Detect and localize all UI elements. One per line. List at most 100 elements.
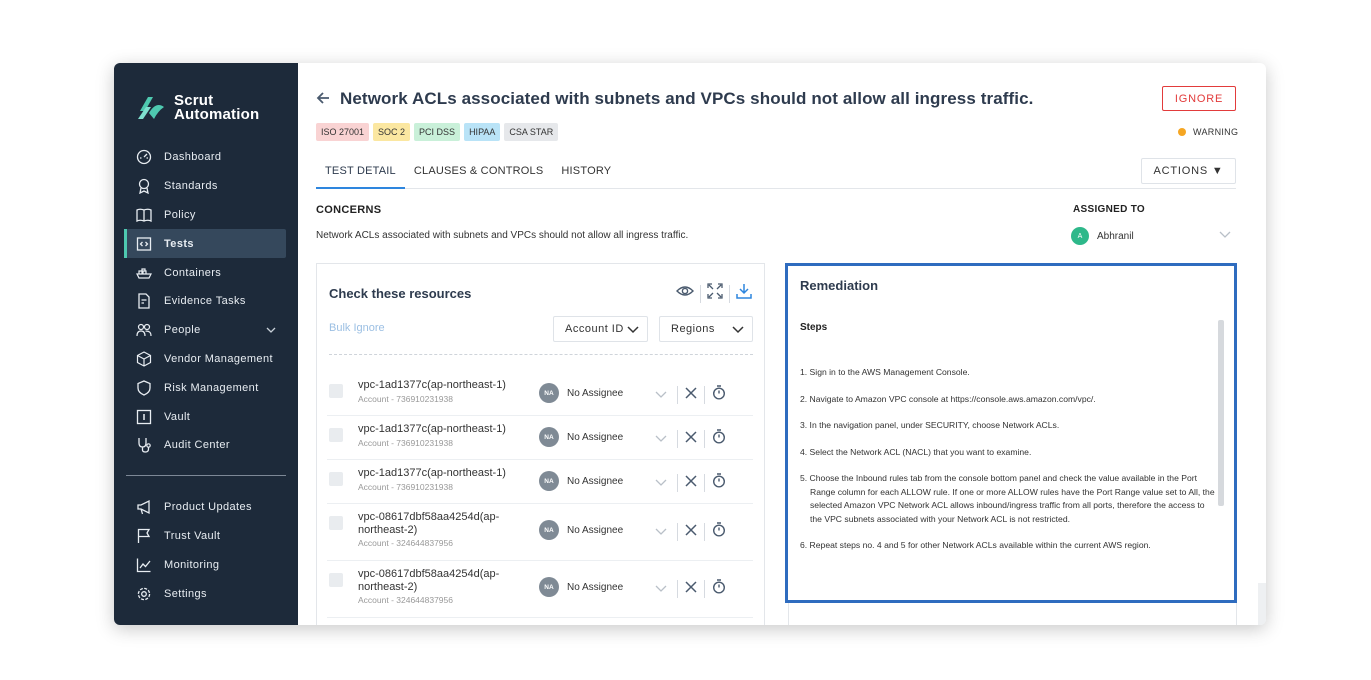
close-icon[interactable] bbox=[685, 523, 697, 541]
row-separator bbox=[704, 580, 705, 598]
assigned-to-heading: ASSIGNED TO bbox=[1073, 204, 1146, 215]
sidebar-item-tests[interactable]: Tests bbox=[124, 229, 286, 259]
sidebar-item-containers[interactable]: Containers bbox=[126, 258, 286, 287]
close-icon[interactable] bbox=[685, 580, 697, 598]
timer-icon[interactable] bbox=[712, 522, 726, 542]
sidebar-item-label: Vault bbox=[164, 410, 191, 423]
row-assignee-dropdown[interactable]: NA No Assignee bbox=[539, 383, 623, 403]
resource-row: vpc-1ad1377c(ap-northeast-1) Account - 73… bbox=[327, 372, 753, 416]
chevron-down-icon[interactable] bbox=[655, 474, 667, 492]
regions-select-label: Regions bbox=[671, 323, 715, 335]
chevron-down-icon[interactable] bbox=[655, 430, 667, 448]
compliance-badge: CSA STAR bbox=[504, 123, 559, 141]
regions-select[interactable]: Regions bbox=[659, 316, 753, 342]
sidebar-item-standards[interactable]: Standards bbox=[126, 172, 286, 201]
row-checkbox[interactable] bbox=[329, 428, 343, 442]
sidebar-item-vendor-management[interactable]: Vendor Management bbox=[126, 345, 286, 374]
page-title: Network ACLs associated with subnets and… bbox=[340, 89, 1034, 108]
warning-dot-icon bbox=[1178, 128, 1186, 136]
sidebar-divider bbox=[126, 475, 286, 476]
scrollbar[interactable] bbox=[1218, 320, 1224, 506]
row-assignee-dropdown[interactable]: NA No Assignee bbox=[539, 520, 623, 540]
page-scrollbar[interactable] bbox=[1258, 583, 1266, 625]
sidebar-nav-bottom: Product Updates Trust Vault Monitoring Sett… bbox=[126, 493, 286, 608]
remediation-step: 1. Sign in to the AWS Management Console… bbox=[800, 367, 970, 377]
chevron-down-icon bbox=[732, 325, 744, 337]
assignee-name: Abhranil bbox=[1097, 230, 1134, 242]
resources-panel: Check these resources Bulk Ignore Accoun… bbox=[316, 263, 765, 625]
row-checkbox[interactable] bbox=[329, 516, 343, 530]
remediation-step: 4. Select the Network ACL (NACL) that yo… bbox=[800, 446, 1032, 457]
bulk-ignore-link[interactable]: Bulk Ignore bbox=[329, 322, 385, 334]
close-icon[interactable] bbox=[685, 474, 697, 492]
row-assignee-dropdown[interactable]: NA No Assignee bbox=[539, 471, 623, 491]
resource-name: vpc-1ad1377c(ap-northeast-1) bbox=[358, 467, 506, 479]
timer-icon[interactable] bbox=[712, 473, 726, 493]
row-checkbox[interactable] bbox=[329, 384, 343, 398]
ignore-button[interactable]: IGNORE bbox=[1162, 86, 1236, 111]
toolbar-separator bbox=[729, 284, 730, 303]
chevron-down-icon[interactable] bbox=[655, 386, 667, 404]
sidebar-item-settings[interactable]: Settings bbox=[126, 579, 286, 608]
avatar: NA bbox=[539, 520, 559, 540]
sidebar-item-label: Vendor Management bbox=[164, 352, 273, 365]
row-separator bbox=[704, 386, 705, 404]
avatar: NA bbox=[539, 427, 559, 447]
row-controls bbox=[655, 473, 726, 493]
timer-icon[interactable] bbox=[712, 385, 726, 405]
sidebar-item-dashboard[interactable]: Dashboard bbox=[126, 143, 286, 172]
megaphone-icon bbox=[136, 499, 152, 515]
sidebar-item-label: Dashboard bbox=[164, 151, 222, 164]
tab-clauses-controls[interactable]: CLAUSES & CONTROLS bbox=[405, 157, 553, 189]
sidebar-item-trust-vault[interactable]: Trust Vault bbox=[126, 522, 286, 551]
tab-history[interactable]: HISTORY bbox=[552, 157, 620, 189]
gear-icon bbox=[136, 586, 152, 602]
close-icon[interactable] bbox=[685, 430, 697, 448]
sidebar-item-monitoring[interactable]: Monitoring bbox=[126, 551, 286, 580]
sidebar-item-policy[interactable]: Policy bbox=[126, 201, 286, 230]
container-icon bbox=[136, 265, 152, 281]
sidebar-item-vault[interactable]: Vault bbox=[126, 402, 286, 431]
row-assignee-label: No Assignee bbox=[567, 581, 624, 593]
account-id-select[interactable]: Account ID bbox=[553, 316, 648, 342]
document-icon bbox=[136, 293, 152, 310]
logo[interactable]: Scrut Automation bbox=[136, 93, 259, 123]
tab-test-detail[interactable]: TEST DETAIL bbox=[316, 157, 405, 189]
account-id-select-label: Account ID bbox=[565, 323, 624, 335]
close-icon[interactable] bbox=[685, 386, 697, 404]
row-controls bbox=[655, 429, 726, 449]
download-icon[interactable] bbox=[736, 283, 752, 304]
actions-button[interactable]: ACTIONS ▼ bbox=[1141, 158, 1236, 184]
chevron-down-icon[interactable] bbox=[655, 523, 667, 541]
row-separator bbox=[704, 474, 705, 492]
row-assignee-label: No Assignee bbox=[567, 524, 624, 536]
resource-account: Account - 736910231938 bbox=[358, 482, 453, 492]
timer-icon[interactable] bbox=[712, 429, 726, 449]
assignee-dropdown[interactable]: A Abhranil bbox=[1071, 227, 1231, 245]
compliance-badge: SOC 2 bbox=[373, 123, 411, 141]
row-checkbox[interactable] bbox=[329, 573, 343, 587]
row-assignee-dropdown[interactable]: NA No Assignee bbox=[539, 427, 623, 447]
sidebar-item-product-updates[interactable]: Product Updates bbox=[126, 493, 286, 522]
dashed-divider bbox=[329, 354, 753, 355]
sidebar-item-label: Containers bbox=[164, 266, 222, 279]
timer-icon[interactable] bbox=[712, 579, 726, 599]
resource-name: vpc-08617dbf58aa4254d(ap-northeast-2) bbox=[358, 568, 500, 593]
book-icon bbox=[136, 207, 152, 223]
expand-icon[interactable] bbox=[707, 283, 723, 304]
row-separator bbox=[677, 430, 678, 448]
row-checkbox[interactable] bbox=[329, 472, 343, 486]
resource-row: vpc-1ad1377c(ap-northeast-1) Account - 73… bbox=[327, 460, 753, 504]
sidebar-item-risk-management[interactable]: Risk Management bbox=[126, 373, 286, 402]
sidebar-item-audit-center[interactable]: Audit Center bbox=[126, 431, 286, 460]
sidebar-item-people[interactable]: People bbox=[126, 316, 286, 345]
eye-icon[interactable] bbox=[676, 284, 694, 303]
sidebar-item-evidence-tasks[interactable]: Evidence Tasks bbox=[126, 287, 286, 316]
chevron-down-icon[interactable] bbox=[655, 580, 667, 598]
row-assignee-dropdown[interactable]: NA No Assignee bbox=[539, 577, 623, 597]
row-separator bbox=[677, 386, 678, 404]
tab-bar: TEST DETAIL CLAUSES & CONTROLS HISTORY bbox=[316, 157, 1236, 189]
back-arrow-icon[interactable] bbox=[316, 91, 330, 110]
dashboard-icon bbox=[136, 149, 152, 165]
award-icon bbox=[136, 178, 152, 195]
